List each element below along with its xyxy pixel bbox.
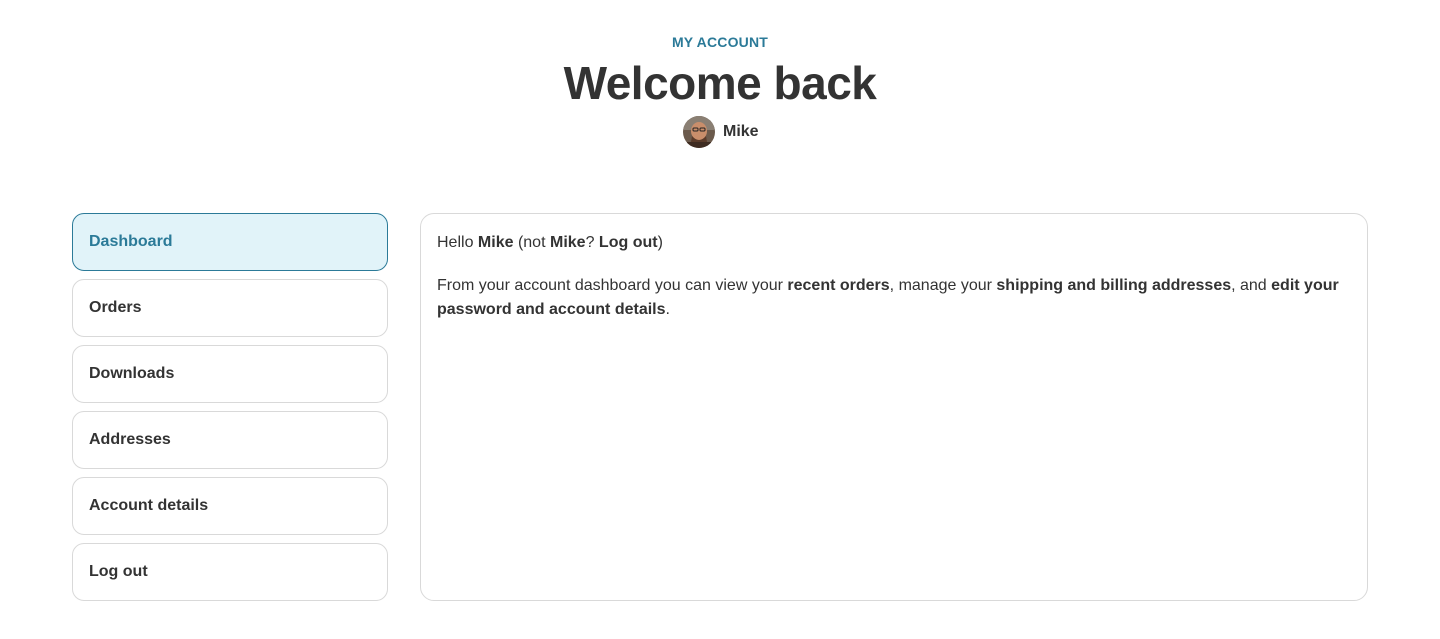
page-title: Welcome back — [563, 57, 877, 109]
recent-orders-link[interactable]: recent orders — [787, 277, 889, 294]
section-eyebrow: MY ACCOUNT — [671, 34, 769, 50]
addresses-link[interactable]: shipping and billing addresses — [996, 277, 1231, 294]
intro-text: From your account dashboard you can view… — [437, 274, 1351, 322]
greeting-hello: Hello — [437, 234, 474, 251]
greeting-text: Hello Mike (not Mike? Log out) — [437, 231, 1351, 255]
intro-part1: From your account dashboard you can view… — [437, 277, 783, 294]
intro-part4: . — [665, 301, 670, 318]
greeting-close-paren: ) — [657, 234, 663, 251]
nav-item-orders[interactable]: Orders — [72, 279, 388, 337]
logout-link[interactable]: Log out — [599, 234, 658, 251]
intro-part3: , and — [1231, 277, 1267, 294]
greeting-not-prefix: (not — [517, 234, 546, 251]
intro-part2: , manage your — [889, 277, 992, 294]
nav-item-downloads[interactable]: Downloads — [72, 345, 388, 403]
greeting-not-name: Mike — [549, 234, 586, 251]
dashboard-content: Hello Mike (not Mike? Log out) From your… — [420, 213, 1368, 601]
nav-item-dashboard[interactable]: Dashboard — [72, 213, 388, 271]
account-navigation: Dashboard Orders Downloads Addresses Acc… — [72, 213, 388, 609]
greeting-question: ? — [585, 234, 595, 251]
greeting-name: Mike — [477, 234, 514, 251]
user-name: Mike — [723, 123, 759, 140]
nav-item-log-out[interactable]: Log out — [72, 543, 388, 601]
nav-item-account-details[interactable]: Account details — [72, 477, 388, 535]
avatar — [683, 116, 715, 148]
nav-item-addresses[interactable]: Addresses — [72, 411, 388, 469]
user-chip: Mike — [683, 116, 759, 148]
